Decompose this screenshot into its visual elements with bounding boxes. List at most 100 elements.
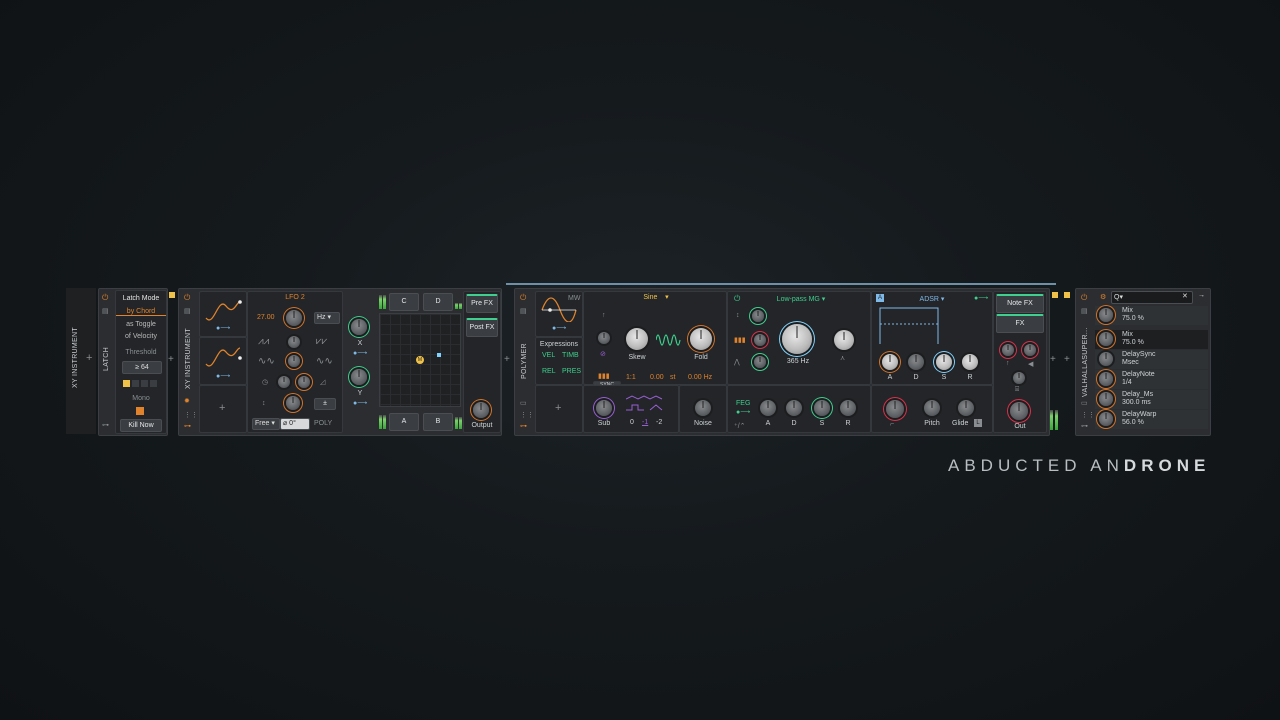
phase-knob[interactable] xyxy=(278,376,290,388)
route-icon[interactable]: ●⟶ xyxy=(552,324,566,332)
x-knob[interactable] xyxy=(351,319,367,335)
modulator-slot-1[interactable]: ●⟶ xyxy=(199,291,247,337)
shape-knob[interactable] xyxy=(288,336,300,348)
param-row[interactable]: Mix 75.0 % xyxy=(1095,330,1208,349)
window-icon[interactable]: ▭ xyxy=(520,399,527,407)
filter-power-icon[interactable]: ⏻ xyxy=(734,294,740,304)
saw-wave-icon[interactable]: ⩘⩘ xyxy=(258,336,269,347)
bipolar-icon[interactable]: ↕ xyxy=(262,400,266,407)
out-knob[interactable] xyxy=(1010,402,1028,420)
cutoff-value[interactable]: 365 Hz xyxy=(778,358,818,365)
latch-mode-by-chord[interactable]: by Chord xyxy=(116,308,166,316)
cutoff-knob[interactable] xyxy=(782,324,812,354)
sync-icon[interactable]: ◷ xyxy=(262,378,268,386)
modulator-slot-2[interactable]: ●⟶ xyxy=(199,337,247,385)
xy-pad-marker[interactable]: M xyxy=(416,356,424,364)
ratio-value[interactable]: 1:1 xyxy=(626,374,636,381)
power-icon[interactable]: ⏻ xyxy=(1081,293,1087,303)
filter-spectrum-icon[interactable]: ▮▮▮ xyxy=(734,336,746,344)
folder-icon[interactable]: ▤ xyxy=(184,307,191,315)
pitch-up-icon[interactable]: ↑ xyxy=(602,312,606,319)
feg-label[interactable]: FEG xyxy=(736,400,750,407)
spread-knob-left[interactable] xyxy=(1002,344,1014,356)
sub-octave-minus-1[interactable]: -1 xyxy=(642,419,648,426)
latch-mode-toggle[interactable]: as Toggle xyxy=(116,321,166,328)
latch-step-2[interactable] xyxy=(132,380,139,387)
amp-attack-knob[interactable] xyxy=(882,354,898,370)
param-knob[interactable] xyxy=(1099,308,1113,322)
latch-step-3[interactable] xyxy=(141,380,148,387)
osc-spectrum-icon[interactable]: ▮▮▮ xyxy=(598,372,610,380)
expr-rel[interactable]: REL xyxy=(542,368,556,375)
adsr-title-select[interactable]: ADSR ▾ xyxy=(902,295,962,303)
corner-c-button[interactable]: C xyxy=(389,293,419,311)
filter-pitch-icon[interactable]: ↕ xyxy=(736,312,740,319)
threshold-field[interactable]: ≥ 64 xyxy=(122,361,162,374)
triangle-wave-icon[interactable]: ∿∿ xyxy=(258,356,275,367)
ramp-wave-icon[interactable]: ⩗⩗ xyxy=(316,336,327,347)
plus-minus-button[interactable]: ± xyxy=(314,398,336,410)
lfo-unit-select[interactable]: Hz ▾ xyxy=(314,312,340,324)
corner-a-button[interactable]: A xyxy=(389,413,419,431)
xy-pad[interactable]: M xyxy=(379,313,461,407)
filter-drive-knob[interactable] xyxy=(754,334,766,346)
param-row[interactable]: DelaySync Msec xyxy=(1095,350,1208,369)
add-device-icon[interactable]: + xyxy=(86,352,92,364)
post-fx-button[interactable]: Post FX xyxy=(466,318,498,337)
add-device-icon[interactable]: + xyxy=(168,354,174,365)
kill-now-button[interactable]: Kill Now xyxy=(120,419,162,432)
osc-wave-select[interactable]: Sine ▾ xyxy=(614,293,698,303)
latch-step-4[interactable] xyxy=(150,380,157,387)
param-row[interactable]: Delay_Ms 300.0 ms xyxy=(1095,390,1208,409)
fx-button[interactable]: FX xyxy=(996,314,1044,333)
pitch-knob[interactable] xyxy=(924,400,940,416)
corner-b-button[interactable]: B xyxy=(423,413,453,431)
add-device-icon[interactable]: + xyxy=(1064,354,1070,365)
param-knob[interactable] xyxy=(1099,352,1113,366)
y-route-icon[interactable]: ●⟶ xyxy=(353,399,367,407)
glide-legato-tag[interactable]: L xyxy=(974,419,982,427)
amp-decay-knob[interactable] xyxy=(908,354,924,370)
power-icon[interactable]: ⏻ xyxy=(102,293,108,303)
param-knob[interactable] xyxy=(1099,392,1113,406)
lfo-rate-knob[interactable] xyxy=(286,310,302,326)
param-knob[interactable] xyxy=(1099,412,1113,426)
param-knob[interactable] xyxy=(1099,332,1113,346)
amp-release-knob[interactable] xyxy=(962,354,978,370)
sub-octave-0[interactable]: 0 xyxy=(630,419,634,426)
hz-value[interactable]: 0.00 Hz xyxy=(688,374,712,381)
feg-attack-knob[interactable] xyxy=(760,400,776,416)
grid-icon[interactable]: ⋮⋮ xyxy=(520,411,534,419)
param-row[interactable]: DelayWarp 56.0 % xyxy=(1095,410,1208,429)
param-knob[interactable] xyxy=(1099,372,1113,386)
power-icon[interactable]: ⏻ xyxy=(184,293,190,303)
filter-env-icon[interactable]: ⋀ xyxy=(734,358,740,366)
arrow-right-icon[interactable]: → xyxy=(1198,292,1205,299)
modulator-icon[interactable]: ⊶ xyxy=(102,421,109,429)
output-knob[interactable] xyxy=(473,402,489,418)
param-search-input[interactable]: Q▾ xyxy=(1111,291,1193,304)
modulator-icon[interactable]: ⊶ xyxy=(1081,422,1088,430)
expr-timb[interactable]: TIMB xyxy=(562,352,579,359)
feg-curve-icon[interactable]: ⁺/⌃ xyxy=(734,422,746,430)
spread-knob-right[interactable] xyxy=(1024,344,1036,356)
noise-knob[interactable] xyxy=(695,400,711,416)
route-icon[interactable]: ●⟶ xyxy=(216,372,230,380)
filter-keytrack-knob[interactable] xyxy=(752,310,764,322)
filter-env-knob[interactable] xyxy=(754,356,766,368)
sine-shape-icon[interactable]: ∿∿ xyxy=(316,356,333,367)
power-icon[interactable]: ⏻ xyxy=(520,293,526,303)
folder-icon[interactable]: ▤ xyxy=(1081,307,1088,315)
slope-icon[interactable]: ◿ xyxy=(320,378,325,386)
expr-vel[interactable]: VEL xyxy=(542,352,555,359)
add-device-icon[interactable]: + xyxy=(504,354,510,365)
adsr-route-icon[interactable]: ●⟶ xyxy=(974,294,988,302)
window-icon[interactable]: ▭ xyxy=(1081,399,1088,407)
expr-pres[interactable]: PRES xyxy=(562,368,581,375)
xy-target-dot[interactable] xyxy=(437,353,441,357)
feg-route-icon[interactable]: ●⟶ xyxy=(736,408,750,416)
mod-link-icon[interactable]: ⊘ xyxy=(600,350,606,358)
pre-fx-button[interactable]: Pre FX xyxy=(466,294,498,313)
add-modulator-icon[interactable]: + xyxy=(555,402,561,414)
fold-knob[interactable] xyxy=(690,328,712,350)
